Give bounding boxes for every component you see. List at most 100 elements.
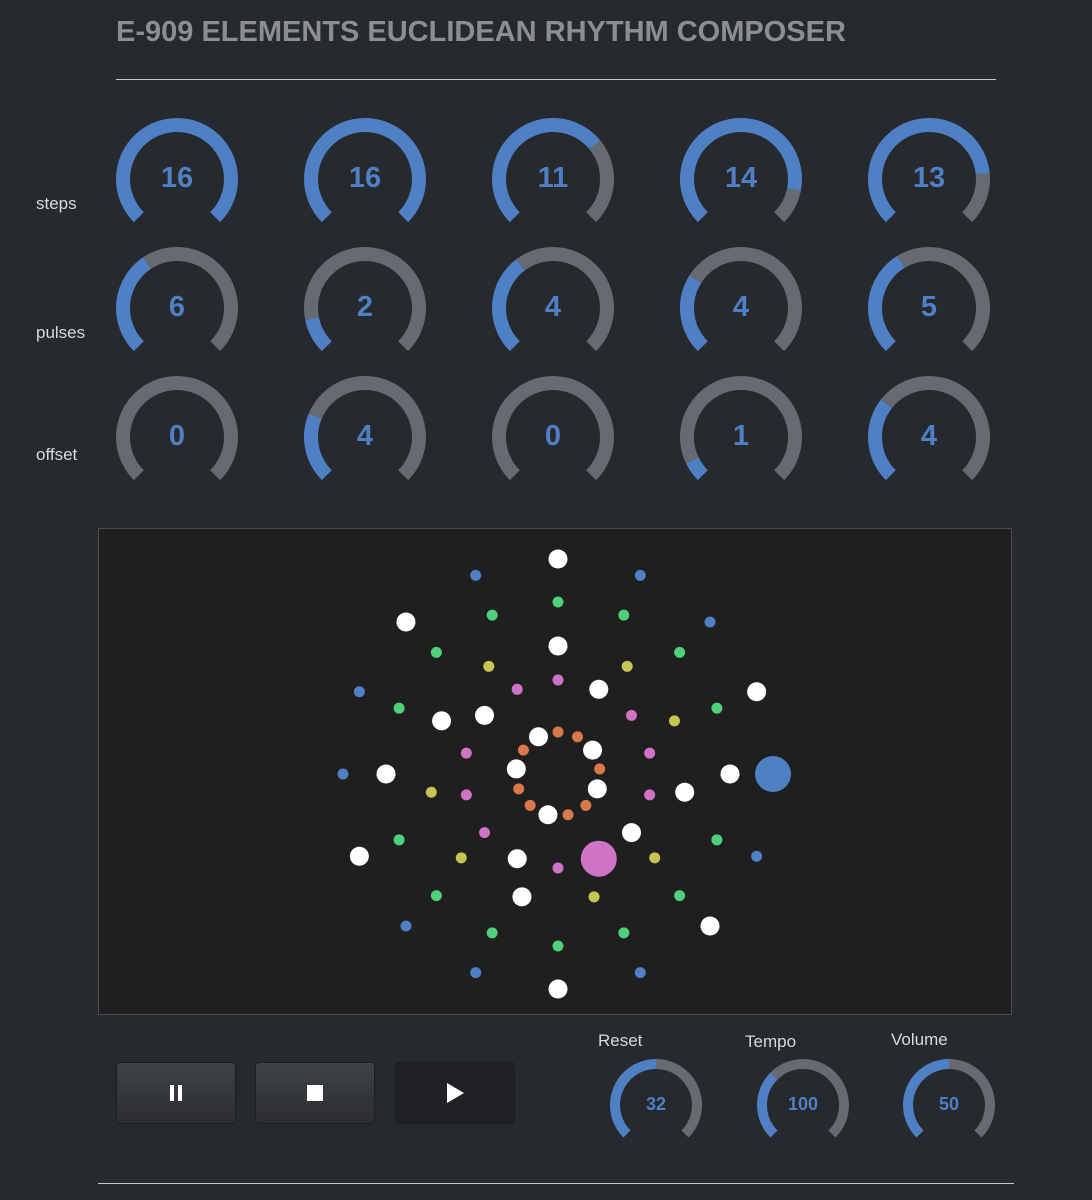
offset-label: offset: [36, 445, 78, 464]
tempo-label: Tempo: [745, 1032, 797, 1051]
steps-knob-4[interactable]: 14: [680, 118, 802, 240]
ring-2-step-7: [674, 890, 686, 902]
steps-knob-5-value: 13: [912, 161, 946, 194]
ring-2-step-11: [430, 890, 442, 902]
pulses-knob-1-value: 6: [168, 290, 186, 323]
offset-knob-3[interactable]: 0: [492, 376, 614, 498]
ring-2-step-8: [618, 927, 630, 939]
pulses-knob-4-value: 4: [732, 290, 750, 323]
pulses-knob-1[interactable]: 6: [116, 247, 238, 369]
steps-knob-1-value: 16: [160, 161, 194, 194]
offset-knob-1[interactable]: 0: [116, 376, 238, 498]
ring-5-step-13: [528, 727, 548, 747]
ring-3-step-4: [675, 782, 695, 802]
stop-button[interactable]: [255, 1062, 375, 1124]
ring-1-step-3: [704, 616, 716, 628]
ring-3-step-7: [512, 887, 532, 907]
ring-1-step-2: [634, 569, 646, 581]
pulses-knob-5-value: 5: [920, 290, 938, 323]
offset-knob-5[interactable]: 4: [868, 376, 990, 498]
ring-3-step-2: [621, 660, 633, 672]
play-icon: [447, 1083, 464, 1103]
ring-2-step-9: [552, 940, 564, 952]
ring-3-step-6: [588, 891, 600, 903]
offset-knob-1-value: 0: [168, 419, 186, 452]
ring-5-step-12: [517, 744, 529, 756]
offset-knob-2-value: 4: [356, 419, 374, 452]
pulses-knob-2[interactable]: 2: [304, 247, 426, 369]
ring-4-step-5: [644, 789, 656, 801]
pause-button[interactable]: [116, 1062, 236, 1124]
ring-3-step-3: [668, 715, 680, 727]
ring-2-step-16: [486, 609, 498, 621]
ring-5-step-3: [583, 740, 603, 760]
tempo-knob[interactable]: 100: [757, 1059, 849, 1151]
ring-4-step-9: [507, 849, 527, 869]
steps-knob-4-value: 14: [724, 161, 758, 194]
ring-2-step-1: [552, 596, 564, 608]
volume-knob-value: 50: [938, 1094, 960, 1115]
ring-2-step-14: [393, 702, 405, 714]
ring-4-step-6: [621, 823, 641, 843]
page-title: E-909 ELEMENTS EUCLIDEAN RHYTHM COMPOSER: [116, 16, 846, 48]
pause-icon: [170, 1085, 182, 1101]
volume-label: Volume: [891, 1030, 948, 1049]
steps-knob-2[interactable]: 16: [304, 118, 426, 240]
offset-knob-4[interactable]: 1: [680, 376, 802, 498]
ring-4-step-14: [511, 683, 523, 695]
volume-knob[interactable]: 50: [903, 1059, 995, 1151]
ring-3-step-10: [432, 711, 452, 731]
ring-1-step-6: [751, 850, 763, 862]
offset-knob-5-value: 4: [920, 419, 938, 452]
ring-1-step-11: [400, 920, 412, 932]
ring-3-step-8: [455, 852, 467, 864]
pulses-knob-2-value: 2: [356, 290, 374, 323]
stop-icon: [307, 1085, 323, 1101]
play-button[interactable]: [395, 1062, 515, 1124]
ring-2-step-4: [711, 702, 723, 714]
ring-5-step-1: [552, 726, 564, 738]
ring-2-step-12: [393, 834, 405, 846]
ring-2-step-6: [711, 834, 723, 846]
ring-4-step-10: [479, 827, 491, 839]
ring-4-step-11: [460, 789, 472, 801]
steps-knob-5[interactable]: 13: [868, 118, 990, 240]
ring-5-step-7: [562, 809, 574, 821]
ring-1-step-10: [470, 967, 482, 979]
ring-5-step-11: [506, 759, 526, 779]
ring-5-step-2: [572, 731, 584, 743]
ring-1-step-8: [634, 967, 646, 979]
tempo-knob-value: 100: [787, 1094, 819, 1115]
ring-5-step-9: [524, 799, 536, 811]
steps-knob-3[interactable]: 11: [492, 118, 614, 240]
steps-knob-1[interactable]: 16: [116, 118, 238, 240]
pulses-knob-3[interactable]: 4: [492, 247, 614, 369]
ring-5-step-5: [587, 779, 607, 799]
ring-1-step-14: [353, 686, 365, 698]
ring-4-step-13: [475, 705, 495, 725]
ring-3-step-1: [548, 636, 568, 656]
offset-knob-2[interactable]: 4: [304, 376, 426, 498]
ring-3-step-5: [649, 852, 661, 864]
offset-knob-4-value: 1: [732, 419, 750, 452]
steps-label: steps: [36, 194, 77, 213]
pulses-knob-3-value: 4: [544, 290, 562, 323]
reset-knob-value: 32: [645, 1094, 667, 1115]
ring-4-step-8: [552, 862, 564, 874]
ring-4-step-3: [625, 709, 637, 721]
ring-1-step-15: [396, 612, 416, 632]
reset-knob[interactable]: 32: [610, 1059, 702, 1151]
ring-5-step-10: [513, 783, 525, 795]
ring-4-step-7: [580, 840, 617, 877]
ring-1-step-13: [337, 768, 349, 780]
steps-knob-3-value: 11: [537, 161, 569, 194]
ring-3-step-11: [483, 660, 495, 672]
ring-1-step-5: [755, 756, 791, 792]
ring-1-step-9: [548, 979, 568, 999]
ring-5-step-4: [594, 763, 606, 775]
offset-knob-3-value: 0: [544, 419, 562, 452]
ring-2-step-15: [430, 646, 442, 658]
pulses-knob-4[interactable]: 4: [680, 247, 802, 369]
ring-2-step-5: [720, 764, 740, 784]
pulses-knob-5[interactable]: 5: [868, 247, 990, 369]
